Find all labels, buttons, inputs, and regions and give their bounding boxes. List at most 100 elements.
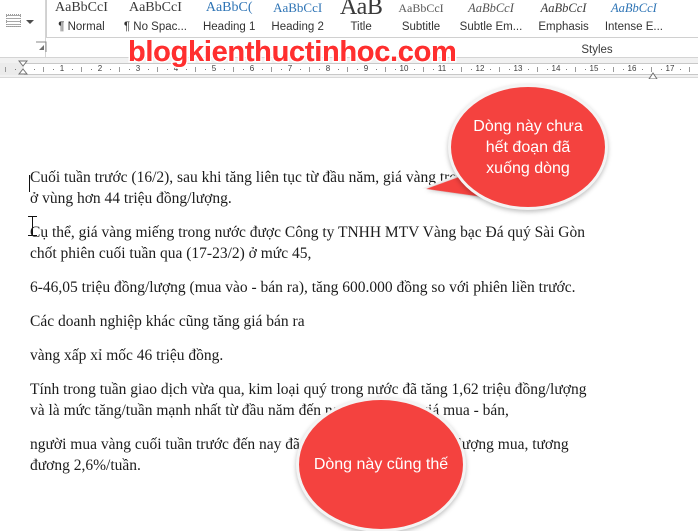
ruler-tick bbox=[565, 69, 567, 70]
ruler-tick bbox=[461, 67, 462, 72]
style-preview: AaBbCcI bbox=[273, 0, 323, 15]
ruler-tick bbox=[280, 69, 282, 70]
ruler-tick bbox=[470, 69, 472, 70]
style-preview: AaBbCcI bbox=[540, 1, 587, 15]
ruler-tick bbox=[90, 69, 92, 70]
style-label: ¶ No Spac... bbox=[123, 21, 187, 33]
style-label: Title bbox=[350, 21, 372, 33]
ruler-tick bbox=[584, 69, 586, 70]
style-item-normal[interactable]: AaBbCcI ¶ Normal bbox=[47, 0, 116, 37]
word-document-window: AaBbCcI ¶ Normal AaBbCcI ¶ No Spac... Aa… bbox=[0, 0, 698, 531]
style-label: Subtitle bbox=[401, 21, 441, 33]
styles-dialog-launcher-icon[interactable] bbox=[35, 41, 47, 53]
style-preview: AaBbCcI bbox=[468, 1, 514, 15]
style-preview: AaBbCcI bbox=[55, 0, 108, 15]
ruler-tick bbox=[613, 67, 614, 72]
callout-text: Dòng này cũng thế bbox=[313, 456, 449, 473]
style-preview: AaBbC( bbox=[205, 0, 253, 15]
ruler-tick bbox=[5, 67, 6, 72]
ruler-tick bbox=[128, 69, 130, 70]
ruler-tick bbox=[109, 69, 111, 70]
style-label: Emphasis bbox=[538, 21, 589, 33]
ruler-number: 1 bbox=[59, 64, 65, 73]
ruler-tick bbox=[679, 69, 681, 70]
document-line[interactable]: 6-46,05 triệu đồng/lượng (mua vào - bán … bbox=[30, 277, 670, 298]
callout-text: Dòng này chưa hết đoạn đã xuống dòng bbox=[473, 117, 583, 177]
callout-bubble-body: Dòng này cũng thế bbox=[296, 397, 466, 531]
document-line[interactable]: chốt phiên cuối tuần qua (17-23/2) ở mức… bbox=[30, 243, 670, 264]
ruler-tick bbox=[575, 67, 576, 72]
ruler-number: 2 bbox=[97, 64, 103, 73]
ruler-number: 12 bbox=[475, 64, 485, 73]
styles-group-label: Styles bbox=[581, 44, 613, 56]
style-label: Intense E... bbox=[604, 21, 663, 33]
style-preview: AaBbCcI bbox=[398, 1, 444, 15]
ruler-tick bbox=[603, 69, 605, 70]
style-label: Heading 2 bbox=[271, 21, 324, 33]
ruler-tick bbox=[394, 69, 396, 70]
ruler-tick bbox=[318, 69, 320, 70]
ruler-tick bbox=[451, 69, 453, 70]
ruler-tick bbox=[499, 67, 500, 72]
callout-bubble-2: Dòng này cũng thế bbox=[296, 352, 476, 531]
ruler-tick bbox=[204, 69, 206, 70]
ruler-tick bbox=[337, 69, 339, 70]
right-indent-marker[interactable] bbox=[648, 67, 658, 80]
ruler-tick bbox=[508, 69, 510, 70]
watermark-text: blogkienthuctinhoc.com bbox=[128, 36, 457, 68]
style-preview: AaBbCcI bbox=[610, 1, 657, 15]
ruler-number: 14 bbox=[551, 64, 561, 73]
style-item-subtitle[interactable]: AaBbCcI Subtitle bbox=[390, 0, 451, 37]
style-item-heading-1[interactable]: AaBbC( Heading 1 bbox=[195, 0, 263, 37]
ruler-tick bbox=[537, 67, 538, 72]
callout-bubble-body: Dòng này chưa hết đoạn đã xuống dòng bbox=[448, 84, 608, 210]
styles-gallery[interactable]: AaBbCcI ¶ Normal AaBbCcI ¶ No Spac... Aa… bbox=[46, 0, 698, 38]
ruler-tick bbox=[14, 69, 16, 70]
document-line[interactable]: Các doanh nghiệp khác cũng tăng giá bán … bbox=[30, 311, 670, 332]
ruler-tick bbox=[413, 69, 415, 70]
ruler-number: 17 bbox=[665, 64, 675, 73]
ruler-tick bbox=[81, 67, 82, 72]
ruler-tick bbox=[546, 69, 548, 70]
ruler-tick bbox=[641, 69, 643, 70]
ruler-tick bbox=[71, 69, 73, 70]
style-item-heading-2[interactable]: AaBbCcI Heading 2 bbox=[263, 0, 331, 37]
ruler-number: 15 bbox=[589, 64, 599, 73]
left-indent-marker[interactable] bbox=[17, 60, 29, 76]
ruler-tick bbox=[660, 69, 662, 70]
chevron-down-icon[interactable] bbox=[26, 20, 34, 24]
document-line[interactable]: Cụ thể, giá vàng miếng trong nước được C… bbox=[30, 222, 670, 243]
callout-bubble-1: Dòng này chưa hết đoạn đã xuống dòng bbox=[420, 84, 608, 224]
ruler-tick bbox=[33, 69, 35, 70]
ruler-tick bbox=[432, 69, 434, 70]
ruler-tick bbox=[689, 67, 690, 72]
ruler-tick bbox=[622, 69, 624, 70]
ruler-tick bbox=[223, 69, 225, 70]
style-label: Heading 1 bbox=[202, 21, 256, 33]
ruler-tick bbox=[242, 69, 244, 70]
paragraph-mark-icon[interactable] bbox=[6, 14, 21, 27]
style-item-subtle-emphasis[interactable]: AaBbCcI Subtle Em... bbox=[452, 0, 531, 37]
style-label: Subtle Em... bbox=[459, 21, 523, 33]
ruler-number: 13 bbox=[513, 64, 523, 73]
ruler-tick bbox=[375, 69, 377, 70]
ruler-tick bbox=[52, 69, 54, 70]
ruler-tick bbox=[166, 69, 168, 70]
ruler-number: 16 bbox=[627, 64, 637, 73]
style-item-emphasis[interactable]: AaBbCcI Emphasis bbox=[530, 0, 597, 37]
style-label: ¶ Normal bbox=[58, 21, 105, 33]
ruler-tick bbox=[299, 69, 301, 70]
style-item-intense-emphasis[interactable]: AaBbCcI Intense E... bbox=[597, 0, 671, 37]
style-item-title[interactable]: AaB Title bbox=[332, 0, 391, 37]
ruler-tick bbox=[356, 69, 358, 70]
ruler-tick bbox=[185, 69, 187, 70]
ruler-tick bbox=[43, 67, 44, 72]
ruler-tick bbox=[527, 69, 529, 70]
style-preview: AaBbCcI bbox=[128, 0, 182, 15]
ruler-tick bbox=[489, 69, 491, 70]
ruler-tick bbox=[119, 67, 120, 72]
style-item-no-spacing[interactable]: AaBbCcI ¶ No Spac... bbox=[116, 0, 195, 37]
